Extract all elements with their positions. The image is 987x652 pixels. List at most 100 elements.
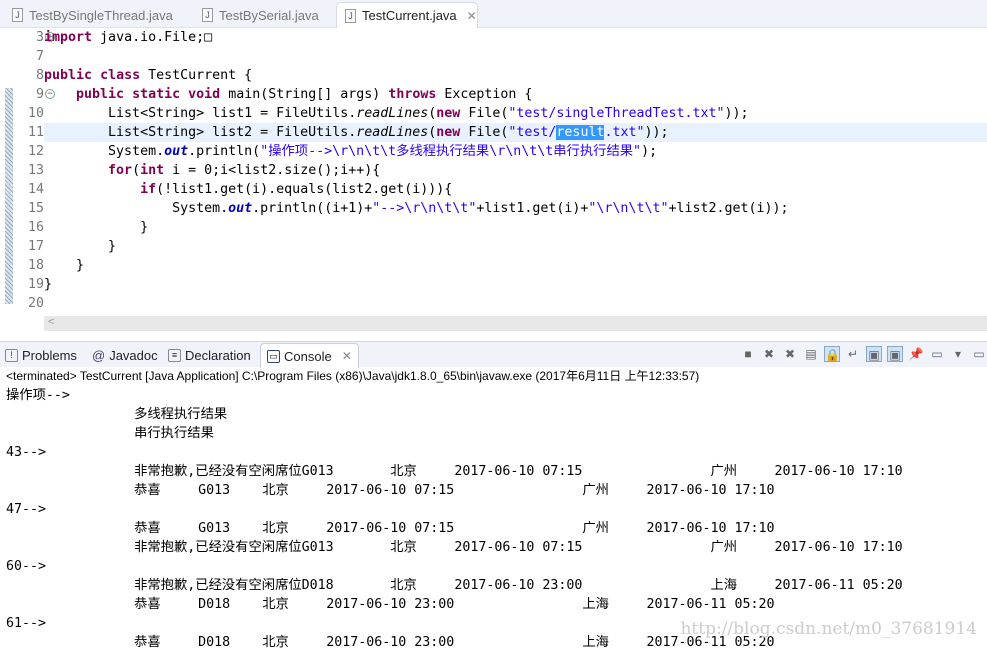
code-token: out (228, 201, 253, 216)
console-line: 非常抱歉,已经没有空闲席位G013 北京 2017-06-10 07:15 广州… (6, 464, 903, 479)
console-status: <terminated> TestCurrent [Java Applicati… (6, 369, 700, 383)
code-token: i = 0;i<list2.size();i++){ (164, 163, 381, 178)
code-token: for (108, 163, 133, 178)
code-token: import (44, 30, 93, 45)
line-number: 8 (35, 68, 44, 83)
line-number: 14 (27, 182, 44, 197)
pin-console-icon[interactable]: 📌 (908, 346, 924, 362)
code-token: new (436, 125, 461, 140)
console-icon: ▭ (267, 349, 280, 363)
code-token: readLines (356, 106, 429, 121)
code-token: public (76, 87, 125, 102)
code-token: File( (460, 125, 509, 140)
code-token: "test/ (508, 125, 557, 140)
code-line: } (44, 275, 987, 294)
java-file-icon: J (345, 8, 356, 23)
line-number-gutter: 3 + 7 8 9− 10 11 12 13 14 15 16 17 18 19 20 (14, 28, 55, 313)
remove-all-icon[interactable]: ✖ (782, 346, 798, 362)
code-line: public class TestCurrent { (44, 66, 987, 85)
code-line: System.out.println("操作项-->\r\n\t\t多线程执行结… (44, 142, 987, 161)
console-line: 47--> (6, 502, 47, 517)
line-number: 12 (27, 144, 44, 159)
tab-testbyserial[interactable]: J TestBySerial.java (194, 2, 334, 28)
clear-console-icon[interactable]: ▤ (803, 346, 819, 362)
code-token: public (44, 68, 93, 83)
code-token: "操作项-->\r\n\t\t多线程执行结果\r\n\t\t串行执行结果" (260, 144, 642, 159)
code-token: .println((i+1)+ (252, 201, 373, 216)
show-on-stderr-icon[interactable]: ▣ (887, 346, 903, 362)
code-token: } (44, 220, 149, 235)
code-token: void (188, 87, 221, 102)
code-token: ( (132, 163, 141, 178)
console-line: 非常抱歉,已经没有空闲席位G013 北京 2017-06-10 07:15 广州… (6, 540, 903, 555)
code-token: "-->\r\n\t\t" (372, 201, 477, 216)
code-token: new (436, 106, 461, 121)
editor-tab-bar: J TestBySingleThread.java J TestBySerial.j… (0, 0, 987, 28)
code-token: out (164, 144, 189, 159)
code-token: "test/singleThreadTest.txt" (508, 106, 725, 121)
code-token: (!list1.get(i).equals(list2.get(i))){ (156, 182, 453, 197)
declaration-icon: ≡ (168, 349, 181, 362)
line-number: 16 (27, 220, 44, 235)
close-icon[interactable]: ✕ (467, 9, 477, 23)
java-file-icon: J (12, 8, 23, 22)
code-token: □ (204, 30, 213, 45)
code-token: if (140, 182, 157, 197)
code-token: )); (644, 125, 669, 140)
tab-testcurrent[interactable]: J TestCurrent.java ✕ (336, 2, 478, 28)
code-token: } (44, 258, 85, 273)
show-on-stdout-icon[interactable]: ▣ (866, 346, 882, 362)
code-editor[interactable]: 3 + 7 8 9− 10 11 12 13 14 15 16 17 18 19 20 import java… (0, 28, 987, 316)
tab-javadoc[interactable]: @ Javadoc (92, 343, 158, 368)
code-token: int (140, 163, 165, 178)
close-icon[interactable]: ✕ (342, 349, 352, 363)
console-line: 恭喜 G013 北京 2017-06-10 07:15 广州 2017-06-1… (6, 483, 775, 498)
remove-launch-icon[interactable]: ✖ (761, 346, 777, 362)
problems-icon: ! (5, 349, 18, 362)
display-console-icon[interactable]: ▭ (929, 346, 945, 362)
bottom-panel-tabs: ! Problems @ Javadoc ≡ Declaration ▭ Console… (0, 341, 987, 368)
line-number: 20 (27, 296, 44, 311)
line-number: 13 (27, 163, 44, 178)
horizontal-scrollbar[interactable]: < (44, 316, 987, 331)
scroll-lock-icon[interactable]: 🔒 (824, 346, 840, 362)
code-line: } (44, 256, 987, 275)
tab-problems[interactable]: ! Problems (5, 343, 77, 368)
code-token: File( (460, 106, 509, 121)
code-line: import java.io.File;□ (44, 28, 987, 47)
code-line: for(int i = 0;i<list2.size();i++){ (44, 161, 987, 180)
console-line: 多线程执行结果 (6, 407, 228, 422)
tab-console[interactable]: ▭ Console ✕ (260, 343, 359, 368)
code-token: class (100, 68, 141, 83)
minimize-icon[interactable]: ▭ (971, 346, 987, 362)
chevron-down-icon[interactable]: ▾ (950, 346, 966, 362)
line-number: 3 + (14, 28, 55, 47)
console-toolbar: ■ ✖ ✖ ▤ 🔒 ↵ ▣ ▣ 📌 ▭ ▾ ▭ (740, 346, 987, 362)
word-wrap-icon[interactable]: ↵ (845, 346, 861, 362)
code-token: System. (44, 144, 165, 159)
console-line: 操作项--> (6, 388, 70, 403)
java-file-icon: J (202, 8, 213, 22)
console-line: 恭喜 D018 北京 2017-06-10 23:00 上海 2017-06-1… (6, 597, 775, 612)
code-line: } (44, 237, 987, 256)
code-token: +list2.get(i)); (668, 201, 789, 216)
code-token: result (556, 125, 605, 140)
tab-declaration[interactable]: ≡ Declaration (168, 343, 251, 368)
terminate-icon[interactable]: ■ (740, 346, 756, 362)
code-token: ); (641, 144, 658, 159)
code-area[interactable]: import java.io.File;□ public class TestCu… (44, 28, 987, 313)
code-line: if(!list1.get(i).equals(list2.get(i))){ (44, 180, 987, 199)
code-token: throws (388, 87, 437, 102)
line-number: 17 (27, 239, 44, 254)
tab-testbysinglethread[interactable]: J TestBySingleThread.java (4, 2, 194, 28)
console-output[interactable]: 操作项--> 多线程执行结果 串行执行结果 43--> 非常抱歉,已经没有空闲席位… (6, 386, 987, 650)
code-token: "\r\n\t\t" (588, 201, 669, 216)
code-token: List<String> list1 = FileUtils. (44, 106, 357, 121)
